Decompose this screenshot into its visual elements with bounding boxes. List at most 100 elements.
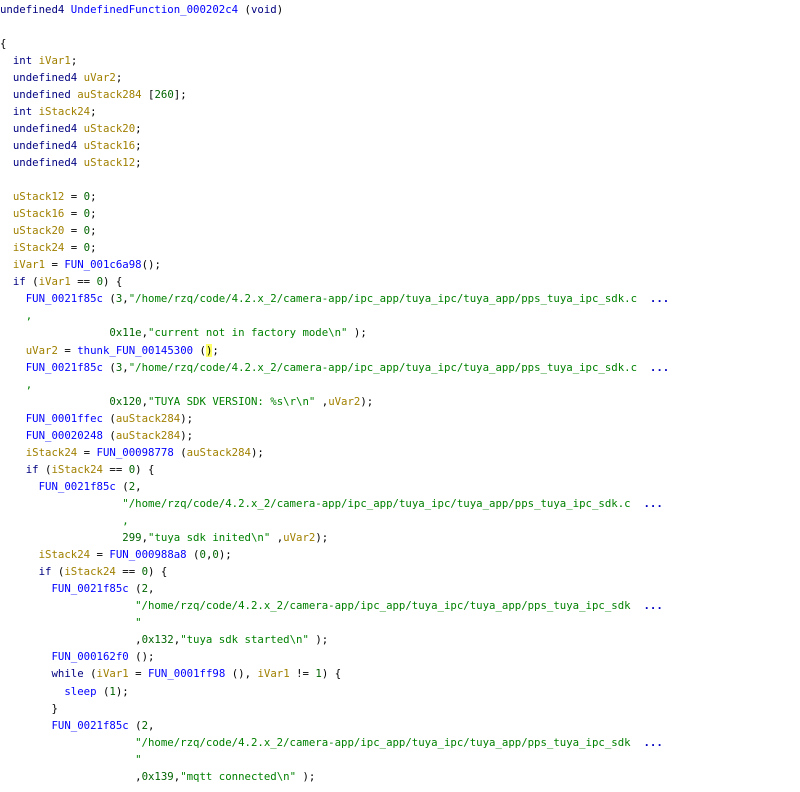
truncation-ellipsis[interactable]: ... [643,599,662,612]
code-line[interactable]: uStack16 = 0; [0,205,97,222]
code-variable[interactable]: iVar1 [257,667,289,680]
code-line[interactable]: FUN_0021f85c (3,"/home/rzq/code/4.2.x_2/… [0,290,669,307]
code-variable[interactable]: auStack284 [187,446,251,459]
truncation-ellipsis[interactable]: ... [643,736,662,749]
code-variable[interactable]: iVar1 [39,54,71,67]
code-function-name[interactable]: UndefinedFunction_000202c4 [71,3,238,16]
code-line[interactable]: FUN_0021f85c (2, [0,717,154,734]
code-variable[interactable]: iStack24 [13,241,64,254]
code-line[interactable]: if (iStack24 == 0) { [0,563,168,580]
code-variable[interactable]: uStack16 [13,207,64,220]
code-line[interactable]: , [0,512,128,529]
code-variable[interactable]: uVar2 [84,71,116,84]
code-line[interactable]: if (iStack24 == 0) { [0,461,155,478]
code-function-name[interactable]: sleep [64,685,96,698]
code-line[interactable]: undefined4 uStack16; [0,137,142,154]
code-variable[interactable]: iVar1 [13,258,45,271]
code-line[interactable]: FUN_0021f85c (2, [0,478,142,495]
code-line[interactable]: undefined auStack284 [260]; [0,86,187,103]
code-line[interactable]: FUN_0021f85c (3,"/home/rzq/code/4.2.x_2/… [0,359,669,376]
code-variable[interactable]: iStack24 [64,565,115,578]
code-line[interactable]: ,0x132,"tuya sdk started\n" ); [0,631,328,648]
code-punctuation: ( [51,565,65,579]
code-line[interactable]: "/home/rzq/code/4.2.x_2/camera-app/ipc_a… [0,734,663,751]
code-variable[interactable]: iStack24 [39,548,90,561]
code-function-name[interactable]: FUN_0021f85c [51,719,128,732]
code-variable[interactable]: uStack12 [13,190,64,203]
code-line[interactable]: undefined4 uStack20; [0,120,142,137]
code-line[interactable]: sleep (1); [0,683,128,700]
code-line[interactable]: int iVar1; [0,52,77,69]
code-variable[interactable]: uStack20 [84,122,135,135]
code-function-name[interactable]: FUN_000162f0 [51,650,128,663]
code-function-name[interactable]: FUN_0021f85c [26,292,103,305]
code-line[interactable]: , [0,376,32,393]
code-line[interactable]: ,0x139,"mqtt connected\n" ); [0,768,315,785]
code-function-name[interactable]: thunk_FUN_00145300 [77,344,193,357]
code-function-name[interactable]: FUN_0001ffec [26,412,103,425]
code-line[interactable]: 299,"tuya sdk inited\n" ,uVar2); [0,529,328,546]
code-line[interactable]: undefined4 UndefinedFunction_000202c4 (v… [0,1,283,18]
code-punctuation [0,54,13,67]
code-punctuation: ) { [321,667,342,681]
code-variable[interactable]: uVar2 [283,531,315,544]
code-variable[interactable]: iStack24 [26,446,77,459]
code-punctuation [0,463,26,476]
code-variable[interactable]: auStack284 [77,88,141,101]
code-variable[interactable]: auStack284 [116,429,180,442]
code-function-name[interactable]: FUN_00020248 [26,429,103,442]
code-line[interactable]: 0x120,"TUYA SDK VERSION: %s\r\n" ,uVar2)… [0,393,373,410]
code-line[interactable]: "/home/rzq/code/4.2.x_2/camera-app/ipc_a… [0,597,663,614]
code-line[interactable]: uStack12 = 0; [0,188,97,205]
code-punctuation: = [64,207,84,221]
code-line[interactable]: " [0,614,141,631]
code-line[interactable]: uStack20 = 0; [0,222,97,239]
code-variable[interactable]: uVar2 [26,344,58,357]
code-line[interactable]: iVar1 = FUN_001c6a98(); [0,256,161,273]
code-line[interactable]: 0x11e,"current not in factory mode\n" ); [0,324,366,341]
decompiler-code-view[interactable]: undefined4 UndefinedFunction_000202c4 (v… [0,0,800,792]
code-line[interactable]: while (iVar1 = FUN_0001ff98 (), iVar1 !=… [0,665,341,682]
code-line[interactable]: "/home/rzq/code/4.2.x_2/camera-app/ipc_a… [0,495,663,512]
code-function-name[interactable]: FUN_0021f85c [51,582,128,595]
code-punctuation [0,633,135,646]
code-function-name[interactable]: FUN_0021f85c [39,480,116,493]
code-variable[interactable]: uStack12 [84,156,135,169]
code-line[interactable]: iStack24 = FUN_00098778 (auStack284); [0,444,264,461]
code-line[interactable]: { [0,35,6,52]
code-punctuation: ; [90,190,97,204]
code-variable[interactable]: iStack24 [39,105,90,118]
truncation-ellipsis[interactable]: ... [643,497,662,510]
truncation-ellipsis[interactable]: ... [650,361,669,374]
code-line[interactable]: undefined4 uVar2; [0,69,122,86]
code-line[interactable]: FUN_000162f0 (); [0,648,154,665]
code-line[interactable]: int iStack24; [0,103,97,120]
code-line[interactable]: FUN_0001ffec (auStack284); [0,410,193,427]
code-punctuation: = [57,343,78,357]
code-variable[interactable]: iVar1 [97,667,129,680]
code-punctuation [0,429,26,442]
code-variable[interactable]: uStack20 [13,224,64,237]
code-variable[interactable]: auStack284 [116,412,180,425]
code-line[interactable]: " [0,751,141,768]
code-function-name[interactable]: FUN_001c6a98 [64,258,141,271]
code-function-name[interactable]: FUN_00098778 [97,446,174,459]
code-line[interactable]: , [0,307,32,324]
code-function-name[interactable]: FUN_0001ff98 [148,667,225,680]
code-function-name[interactable]: FUN_0021f85c [26,361,103,374]
code-variable[interactable]: iVar1 [39,275,71,288]
code-line[interactable]: FUN_0021f85c (2, [0,580,154,597]
code-line[interactable]: iStack24 = 0; [0,239,97,256]
code-variable[interactable]: uVar2 [328,395,360,408]
code-variable[interactable]: iStack24 [52,463,103,476]
code-string: "/home/rzq/code/4.2.x_2/camera-app/ipc_a… [128,292,638,306]
truncation-ellipsis[interactable]: ... [650,292,669,305]
code-function-name[interactable]: FUN_000988a8 [109,548,186,561]
code-line[interactable]: undefined4 uStack12; [0,154,142,171]
code-line[interactable]: if (iVar1 == 0) { [0,273,122,290]
code-line[interactable]: iStack24 = FUN_000988a8 (0,0); [0,546,232,563]
code-line[interactable]: uVar2 = thunk_FUN_00145300 (); [0,342,219,359]
code-variable[interactable]: uStack16 [84,139,135,152]
code-line[interactable]: } [0,700,57,717]
code-line[interactable]: FUN_00020248 (auStack284); [0,427,193,444]
